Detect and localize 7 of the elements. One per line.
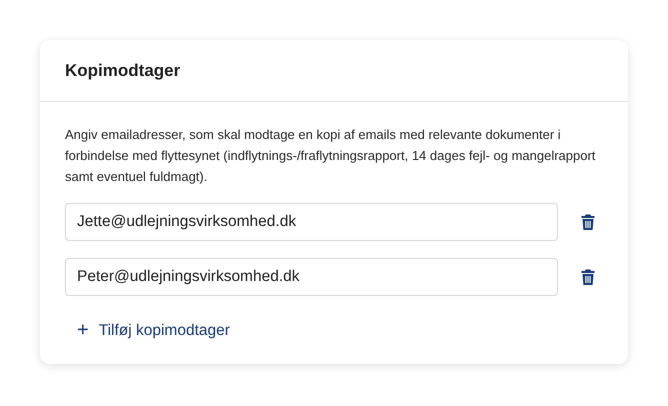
description-text: Angiv emailadresser, som skal modtage en kopi af emails med relevante dokumenter i forbindelse med flyttesynet (indflytnings-/fraflytningsrapport, 14 dages fejl- og mangelrapport samt eventuel fuldmagt). [65,126,596,186]
card-title: Kopimodtager [65,60,180,80]
email-field[interactable]: Jette@udlejningsvirksomhed.dk [65,203,558,241]
email-field[interactable]: Peter@udlejningsvirksomhed.dk [65,258,558,296]
trash-icon[interactable] [581,269,595,285]
add-recipient-button[interactable]: + Tilføj kopimodtager [65,313,230,348]
trash-icon[interactable] [581,214,595,230]
